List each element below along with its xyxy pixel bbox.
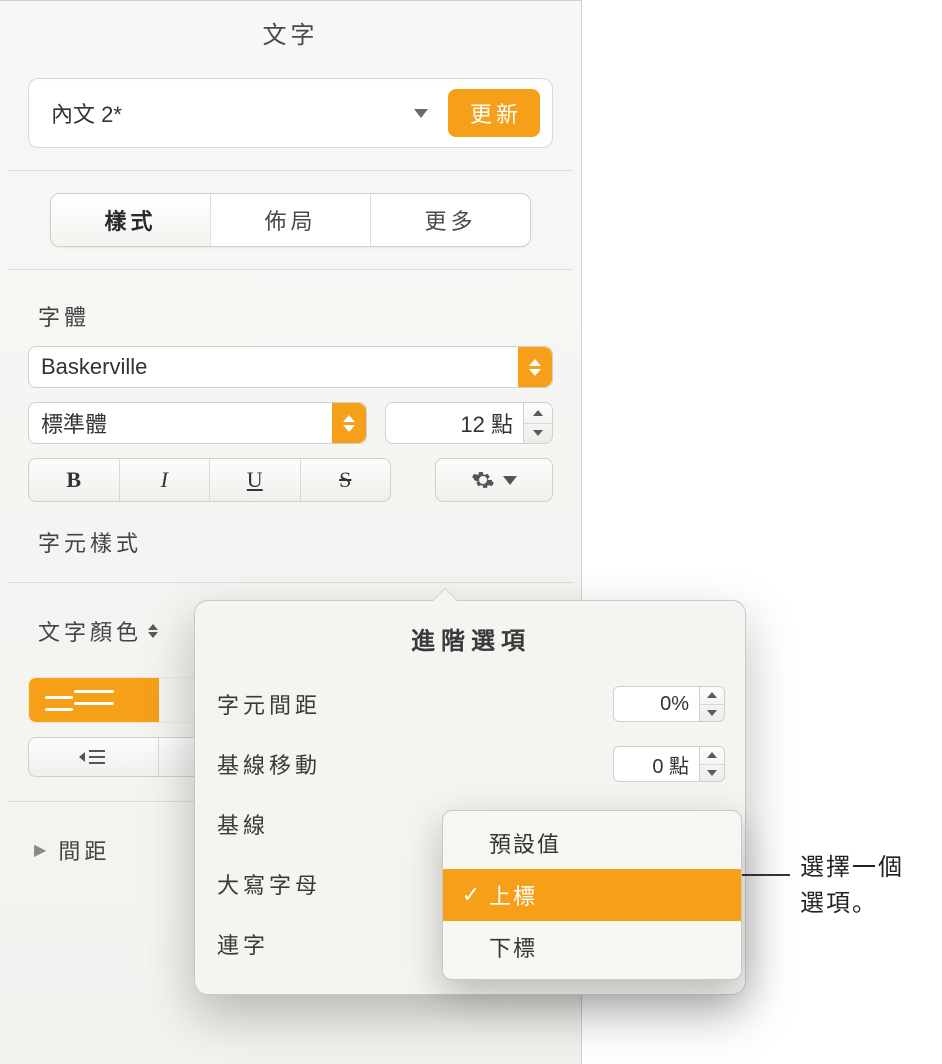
menu-item-superscript[interactable]: ✓ 上標 xyxy=(443,869,741,921)
outdent-button[interactable] xyxy=(29,738,159,776)
tracking-field[interactable]: 0% xyxy=(613,686,725,722)
check-icon: ✓ xyxy=(461,882,483,908)
tab-more[interactable]: 更多 xyxy=(371,194,530,246)
baseline-shift-value: 0 點 xyxy=(613,746,699,782)
paragraph-style-select[interactable]: 內文 2* xyxy=(45,89,434,137)
stepper-icon xyxy=(518,347,552,387)
font-size-field[interactable]: 12 點 xyxy=(385,402,553,444)
baseline-label: 基線 xyxy=(217,808,269,840)
text-color-dropdown[interactable] xyxy=(148,624,170,638)
font-family-select[interactable]: Baskerville xyxy=(28,346,553,388)
baseline-shift-stepper[interactable] xyxy=(699,746,725,782)
divider xyxy=(8,170,573,171)
font-weight-value: 標準體 xyxy=(29,407,332,439)
gear-icon xyxy=(471,468,495,492)
chevron-down-icon xyxy=(503,476,517,485)
tracking-value: 0% xyxy=(613,686,699,722)
strikethrough-button[interactable]: S xyxy=(301,459,391,501)
format-tabs: 樣式 佈局 更多 xyxy=(50,193,531,247)
bold-button[interactable]: B xyxy=(29,459,120,501)
disclosure-icon: ▶ xyxy=(34,840,50,860)
menu-item-default[interactable]: ✓ 預設值 xyxy=(443,817,741,869)
text-color-label: 文字顏色 xyxy=(38,615,142,647)
font-size-up[interactable] xyxy=(524,403,552,424)
character-style-label: 字元樣式 xyxy=(38,526,142,558)
font-size-value: 12 點 xyxy=(385,402,523,444)
font-section-label: 字體 xyxy=(38,300,553,332)
outdent-icon xyxy=(79,748,107,766)
menu-item-subscript[interactable]: ✓ 下標 xyxy=(443,921,741,973)
panel-title: 文字 xyxy=(0,1,581,60)
tab-style[interactable]: 樣式 xyxy=(51,194,211,246)
align-left-button[interactable] xyxy=(29,678,159,722)
paragraph-style-row: 內文 2* 更新 xyxy=(28,78,553,148)
baseline-menu: ✓ 預設值 ✓ 上標 ✓ 下標 xyxy=(442,810,742,980)
underline-button[interactable]: U xyxy=(210,459,301,501)
paragraph-style-name: 內文 2* xyxy=(51,97,122,129)
baseline-shift-label: 基線移動 xyxy=(217,748,321,780)
font-family-value: Baskerville xyxy=(29,354,518,380)
font-weight-select[interactable]: 標準體 xyxy=(28,402,367,444)
popover-title: 進階選項 xyxy=(215,615,727,674)
advanced-options-button[interactable] xyxy=(435,458,553,502)
tracking-stepper[interactable] xyxy=(699,686,725,722)
tab-layout[interactable]: 佈局 xyxy=(211,194,371,246)
callout-leader-line xyxy=(738,874,790,876)
spacing-label: 間距 xyxy=(58,834,110,866)
divider xyxy=(8,269,573,270)
chevron-down-icon xyxy=(414,109,428,118)
caps-label: 大寫字母 xyxy=(217,868,321,900)
baseline-shift-field[interactable]: 0 點 xyxy=(613,746,725,782)
tracking-label: 字元間距 xyxy=(217,688,321,720)
callout-text: 選擇一個 選項。 xyxy=(800,850,904,922)
update-style-button[interactable]: 更新 xyxy=(448,89,540,137)
text-style-segmented: B I U S xyxy=(28,458,391,502)
stepper-icon xyxy=(332,403,366,443)
ligatures-label: 連字 xyxy=(217,928,269,960)
italic-button[interactable]: I xyxy=(120,459,211,501)
font-size-stepper[interactable] xyxy=(523,402,553,444)
font-size-down[interactable] xyxy=(524,424,552,444)
